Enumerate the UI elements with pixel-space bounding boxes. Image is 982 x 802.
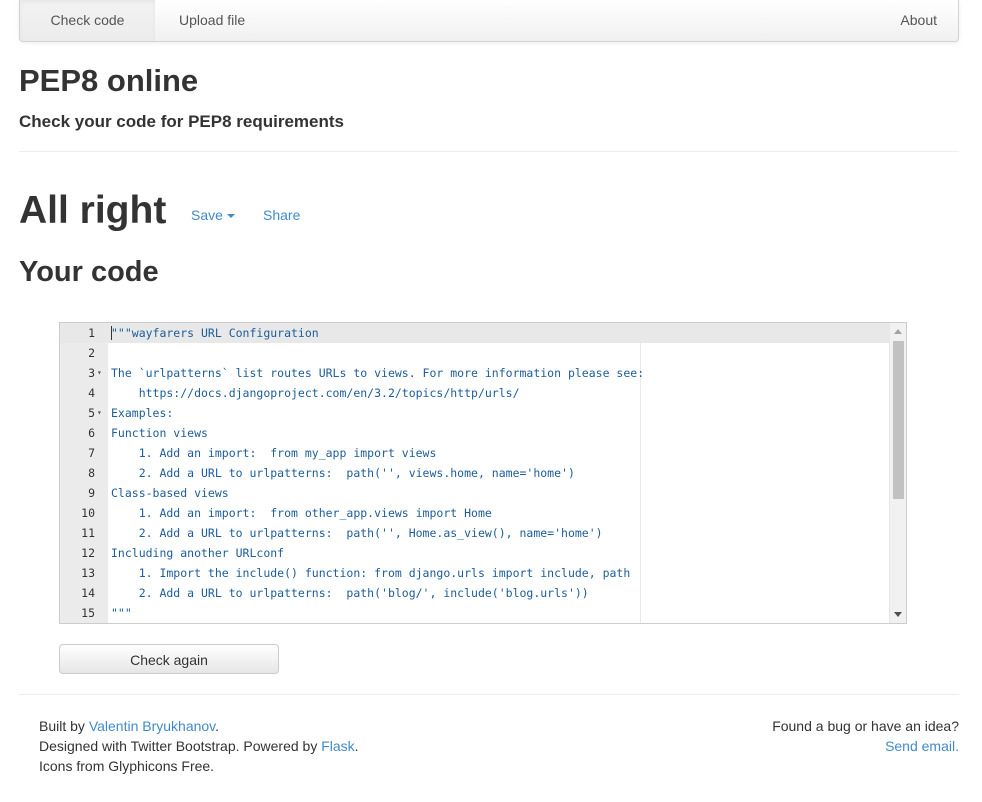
scroll-up-arrow-icon[interactable] — [894, 329, 902, 334]
footer-divider — [19, 694, 959, 695]
line-number: 10 — [81, 506, 95, 520]
code-line[interactable]: 1 """wayfarers URL Configuration — [60, 323, 890, 343]
code-line[interactable]: 2 — [60, 343, 890, 363]
divider — [19, 151, 959, 152]
your-code-heading: Your code — [19, 256, 159, 288]
text-cursor — [111, 326, 112, 340]
scroll-down-arrow-icon[interactable] — [894, 612, 902, 617]
footer-credits: Built by Valentin Bryukhanov. Designed w… — [39, 716, 359, 776]
line-number: 6 — [88, 426, 95, 440]
code-line[interactable]: 14 2. Add a URL to urlpatterns: path('bl… — [60, 583, 890, 603]
code-text: Examples: — [111, 406, 174, 420]
code-line[interactable]: 8 2. Add a URL to urlpatterns: path('', … — [60, 463, 890, 483]
author-link[interactable]: Valentin Bryukhanov — [89, 718, 215, 734]
code-line[interactable]: 7 1. Add an import: from my_app import v… — [60, 443, 890, 463]
designed-period: . — [354, 738, 359, 754]
bug-text: Found a bug or have an idea? — [772, 718, 959, 734]
line-number: 7 — [88, 446, 95, 460]
nav-about[interactable]: About — [900, 0, 937, 41]
code-text: 2. Add a URL to urlpatterns: path('', vi… — [111, 466, 575, 480]
footer-feedback: Found a bug or have an idea? Send email. — [772, 716, 959, 756]
result-status: All right — [19, 189, 167, 232]
line-number: 15 — [81, 606, 95, 620]
line-number: 3 — [88, 366, 95, 380]
navbar: Check code Upload file About — [19, 0, 959, 42]
designed-text: Designed with Twitter Bootstrap. Powered… — [39, 738, 322, 754]
nav-check-code[interactable]: Check code — [20, 0, 155, 41]
editor-scrollbar[interactable] — [889, 323, 906, 623]
nav-upload-file[interactable]: Upload file — [155, 0, 269, 41]
save-label: Save — [191, 207, 223, 223]
line-number: 2 — [88, 346, 95, 360]
check-again-button[interactable]: Check again — [59, 644, 279, 674]
line-number: 8 — [88, 466, 95, 480]
code-line[interactable]: 3 ▾ The `urlpatterns` list routes URLs to … — [60, 363, 890, 383]
caret-down-icon — [226, 214, 235, 219]
page-title: PEP8 online — [19, 63, 199, 98]
code-text: 2. Add a URL to urlpatterns: path('blog/… — [111, 586, 589, 600]
code-text: Class-based views — [111, 486, 229, 500]
code-text: https://docs.djangoproject.com/en/3.2/to… — [111, 386, 520, 400]
code-text: 2. Add a URL to urlpatterns: path('', Ho… — [111, 526, 603, 540]
code-line[interactable]: 9 Class-based views — [60, 483, 890, 503]
share-link[interactable]: Share — [263, 206, 300, 224]
code-line[interactable]: 15 """ — [60, 603, 890, 623]
line-number: 1 — [88, 326, 95, 340]
footer-built-by: Built by Valentin Bryukhanov. — [39, 716, 359, 736]
scrollbar-thumb[interactable] — [893, 341, 904, 499]
code-line[interactable]: 4 https://docs.djangoproject.com/en/3.2/… — [60, 383, 890, 403]
save-dropdown-button[interactable]: Save — [191, 206, 235, 224]
code-text: """wayfarers URL Configuration — [111, 326, 319, 340]
line-number: 14 — [81, 586, 95, 600]
code-line[interactable]: 6 Function views — [60, 423, 890, 443]
code-text: Function views — [111, 426, 208, 440]
code-text: 1. Add an import: from my_app import vie… — [111, 446, 437, 460]
line-number: 13 — [81, 566, 95, 580]
flask-link[interactable]: Flask — [321, 738, 354, 754]
code-text: The `urlpatterns` list routes URLs to vi… — [111, 366, 645, 380]
footer-icons: Icons from Glyphicons Free. — [39, 758, 215, 774]
code-text: """ — [111, 606, 132, 620]
code-line[interactable]: 12 Including another URLconf — [60, 543, 890, 563]
line-number: 4 — [88, 386, 95, 400]
built-by-text: Built by — [39, 718, 89, 734]
code-line[interactable]: 10 1. Add an import: from other_app.view… — [60, 503, 890, 523]
fold-toggle-icon[interactable]: ▾ — [97, 403, 107, 423]
code-editor[interactable]: 1 """wayfarers URL Configuration 2 3 ▾ The `u… — [59, 322, 907, 624]
fold-toggle-icon[interactable]: ▾ — [97, 363, 107, 383]
footer-designed: Designed with Twitter Bootstrap. Powered… — [39, 736, 359, 756]
code-line[interactable]: 11 2. Add a URL to urlpatterns: path('',… — [60, 523, 890, 543]
code-text: 1. Add an import: from other_app.views i… — [111, 506, 492, 520]
send-email-link[interactable]: Send email. — [885, 738, 959, 754]
line-number: 11 — [81, 526, 95, 540]
code-text: 1. Import the include() function: from d… — [111, 566, 631, 580]
line-number: 12 — [81, 546, 95, 560]
line-number: 9 — [88, 486, 95, 500]
code-line[interactable]: 5 ▾ Examples: — [60, 403, 890, 423]
page-subtitle: Check your code for PEP8 requirements — [19, 112, 344, 131]
built-by-period: . — [215, 718, 220, 734]
code-line[interactable]: 13 1. Import the include() function: fro… — [60, 563, 890, 583]
code-text: Including another URLconf — [111, 546, 285, 560]
line-number: 5 — [88, 406, 95, 420]
